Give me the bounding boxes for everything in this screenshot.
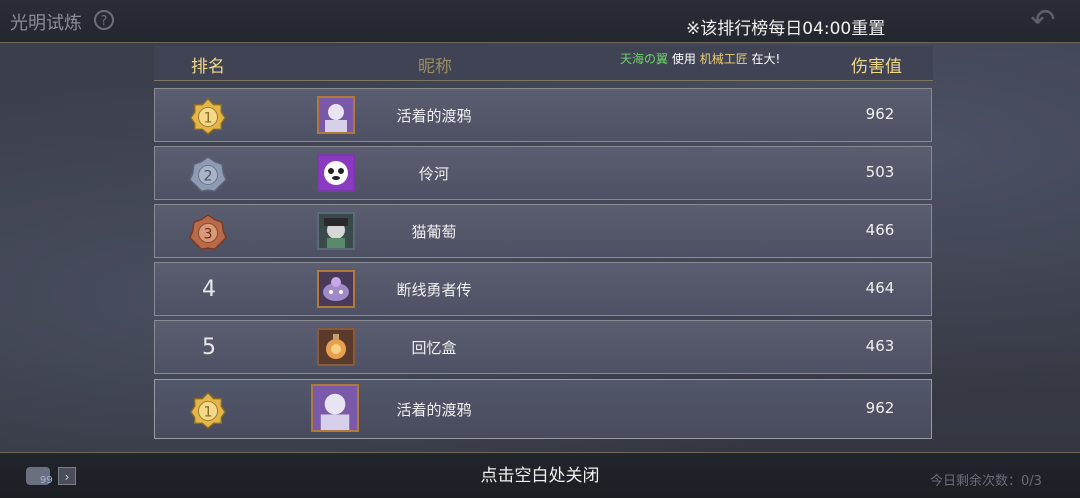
- table-row[interactable]: 4 断线勇者传 464: [154, 262, 932, 316]
- marquee-verb: 使用: [671, 52, 696, 66]
- damage-value: 503: [865, 163, 895, 181]
- table-row[interactable]: 2 伶河 503: [154, 146, 932, 200]
- marquee-player: 天海の翼: [620, 52, 669, 66]
- column-header-damage: 伤害值: [851, 57, 902, 77]
- damage-value: 962: [865, 105, 895, 123]
- player-name: 断线勇者传: [396, 281, 472, 299]
- player-name: 猫葡萄: [411, 223, 457, 241]
- reset-note: ※该排行榜每日04:00重置: [686, 19, 886, 39]
- back-arrow-icon[interactable]: ↶: [1022, 6, 1064, 36]
- close-hint[interactable]: 点击空白处关闭: [0, 461, 1080, 486]
- column-header-rank: 排名: [191, 57, 225, 77]
- top-bar: 光明试炼 ? ※该排行榜每日04:00重置 ↶: [0, 0, 1080, 43]
- leaderboard-panel: 排名 昵称 天海の翼 使用 机械工匠 在大! 伤害值 1 活着的渡鸦 962 2: [152, 46, 934, 446]
- avatar: [317, 96, 355, 134]
- column-header-name: 昵称: [418, 57, 452, 77]
- damage-value: 962: [865, 399, 895, 417]
- avatar: [317, 328, 355, 366]
- rank-number: 5: [202, 335, 216, 360]
- my-rank-row[interactable]: 1 活着的渡鸦 962: [154, 379, 932, 439]
- marquee-hero: 机械工匠: [699, 52, 748, 66]
- player-name: 活着的渡鸦: [396, 401, 472, 419]
- table-row[interactable]: 3 猫葡萄 466: [154, 204, 932, 258]
- gold-rank-badge-icon: 1: [190, 97, 226, 135]
- damage-value: 464: [865, 279, 895, 297]
- avatar: [317, 154, 355, 192]
- bottom-bar: 99 › 点击空白处关闭 今日剩余次数：0/3: [0, 452, 1080, 498]
- announcement-marquee: 天海の翼 使用 机械工匠 在大!: [620, 50, 780, 67]
- remaining-attempts: 今日剩余次数：0/3: [930, 474, 1042, 489]
- svg-text:1: 1: [203, 111, 212, 127]
- damage-value: 463: [865, 337, 895, 355]
- player-name: 伶河: [418, 165, 449, 183]
- avatar: [311, 384, 359, 432]
- bronze-rank-badge-icon: 3: [189, 214, 227, 250]
- avatar: [317, 212, 355, 250]
- table-row[interactable]: 1 活着的渡鸦 962: [154, 88, 932, 142]
- question-icon[interactable]: ?: [94, 10, 114, 30]
- table-header: 排名 昵称 天海の翼 使用 机械工匠 在大! 伤害值: [154, 46, 933, 81]
- silver-rank-badge-icon: 2: [189, 156, 227, 192]
- gold-rank-badge-icon: 1: [190, 391, 226, 429]
- rank-number: 4: [202, 277, 216, 302]
- table-row[interactable]: 5 回忆盒 463: [154, 320, 932, 374]
- player-name: 活着的渡鸦: [396, 107, 472, 125]
- avatar: [317, 270, 355, 308]
- damage-value: 466: [865, 221, 895, 239]
- player-name: 回忆盒: [411, 339, 457, 357]
- svg-text:1: 1: [203, 405, 212, 421]
- marquee-suffix: 在大!: [751, 52, 781, 66]
- svg-text:2: 2: [203, 169, 212, 185]
- svg-text:3: 3: [203, 227, 212, 243]
- page-title: 光明试炼: [10, 13, 82, 34]
